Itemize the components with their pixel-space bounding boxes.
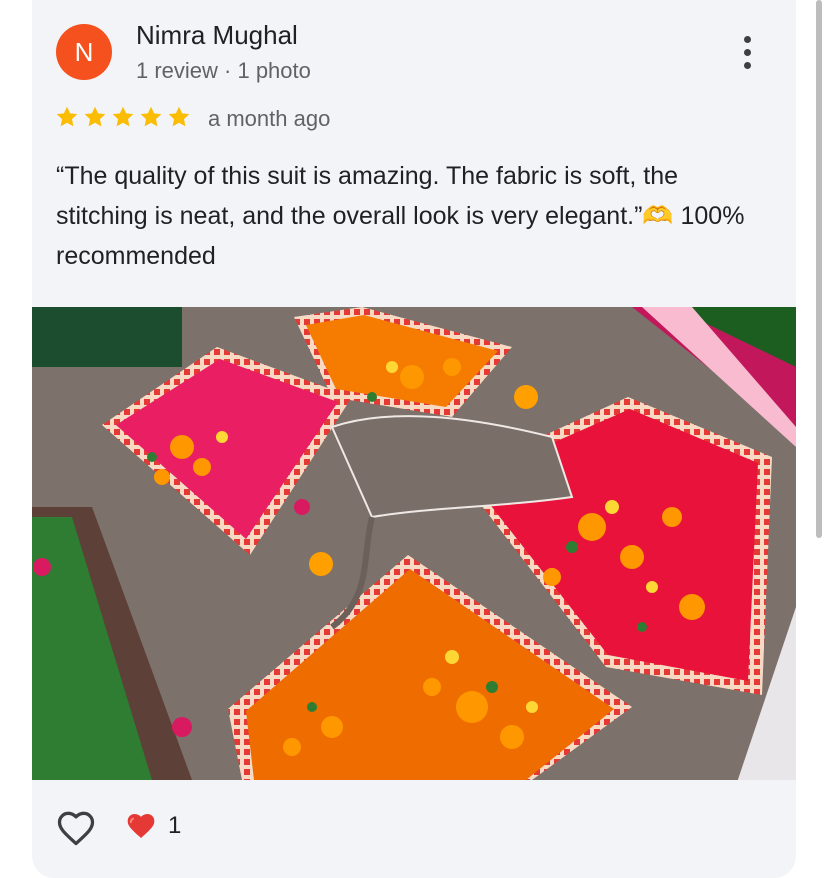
reaction-count: 1 xyxy=(168,812,182,839)
more-options-button[interactable] xyxy=(732,30,762,74)
star-icon xyxy=(84,106,106,127)
star-icon xyxy=(112,106,134,127)
red-heart-emoji xyxy=(127,814,155,838)
more-vert-icon-dot xyxy=(743,61,751,69)
author-name[interactable]: Nimra Mughal xyxy=(136,20,298,51)
review-photo[interactable] xyxy=(32,307,796,780)
author-avatar[interactable]: N xyxy=(56,24,112,80)
review-time: a month ago xyxy=(208,106,331,131)
review-card: N Nimra Mughal 1 review · 1 photo a mont… xyxy=(32,0,796,878)
star-icon xyxy=(168,106,190,127)
star-rating xyxy=(54,104,192,130)
author-meta: 1 review · 1 photo xyxy=(136,58,311,83)
more-vert-icon-dot xyxy=(743,48,751,56)
star-icon xyxy=(56,106,78,127)
reaction-summary[interactable]: 1 xyxy=(124,810,181,842)
heart-outline-icon xyxy=(57,811,95,846)
like-button[interactable] xyxy=(54,806,98,850)
scrollbar[interactable] xyxy=(816,0,822,538)
more-vert-icon xyxy=(743,35,751,43)
star-icon xyxy=(140,106,162,127)
review-text: “The quality of this suit is amazing. Th… xyxy=(56,162,745,270)
